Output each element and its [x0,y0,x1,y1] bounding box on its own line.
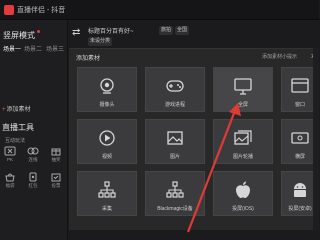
annotation-arrow [186,103,241,233]
